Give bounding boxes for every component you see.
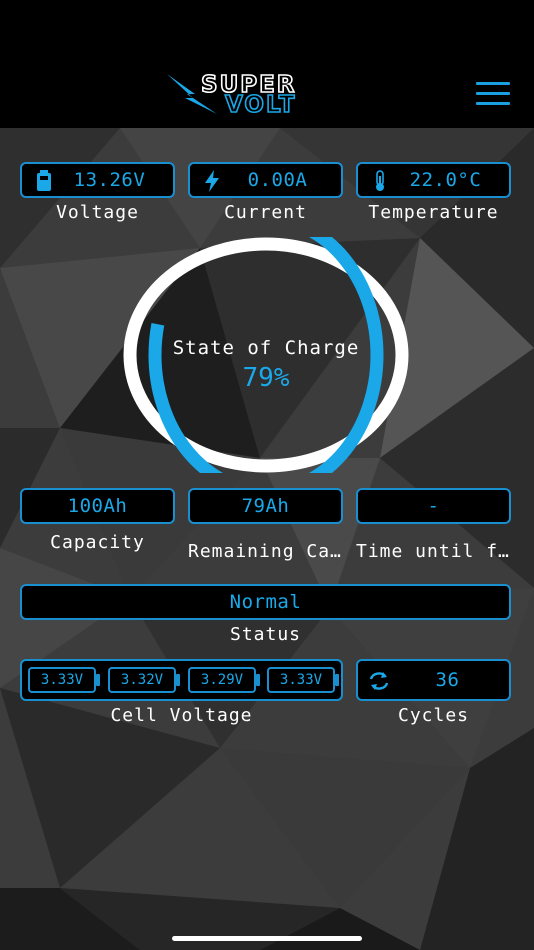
- cell-voltage-label: Cell Voltage: [110, 705, 253, 726]
- remaining-capacity-display: 79Ah: [188, 488, 343, 524]
- capacity-value: 100Ah: [67, 495, 128, 517]
- status-label: Status: [229, 624, 302, 645]
- cell-2-voltage: 3.32V: [108, 667, 176, 693]
- time-until-label: Time until f…: [356, 541, 510, 562]
- remaining-label: Remaining Ca…: [188, 541, 342, 562]
- soc-value: 79%: [242, 363, 290, 393]
- cell-4-terminal: [335, 674, 339, 686]
- state-of-charge-gauge: State of Charge 79%: [122, 212, 410, 498]
- refresh-cycle-icon: [369, 672, 389, 690]
- time-until-value: -: [427, 495, 440, 517]
- app-header: SUPER VOLT: [0, 0, 534, 128]
- capacity-label: Capacity: [50, 532, 145, 553]
- temperature-label: Temperature: [368, 202, 499, 223]
- cell-1-voltage: 3.33V: [28, 667, 96, 693]
- temperature-value: 22.0°C: [409, 169, 482, 191]
- status-display: Normal: [20, 584, 511, 620]
- battery-icon: [37, 170, 51, 191]
- thermometer-icon: [376, 170, 384, 191]
- cell-4-voltage: 3.33V: [267, 667, 335, 693]
- cell-2-terminal: [176, 674, 180, 686]
- voltage-display: 13.26V: [20, 162, 175, 198]
- current-display: 0.00A: [188, 162, 343, 198]
- current-label: Current: [224, 202, 307, 223]
- remaining-value: 79Ah: [241, 495, 290, 517]
- svg-text:VOLT: VOLT: [225, 92, 297, 118]
- supervolt-logo: SUPER VOLT: [165, 70, 360, 119]
- cell-1-terminal: [96, 674, 100, 686]
- cycles-display: 36: [356, 659, 511, 701]
- voltage-label: Voltage: [56, 202, 139, 223]
- cycles-label: Cycles: [397, 705, 470, 726]
- cell-3-voltage: 3.29V: [188, 667, 256, 693]
- capacity-display: 100Ah: [20, 488, 175, 524]
- cycles-value: 36: [435, 669, 460, 691]
- hamburger-menu-icon[interactable]: [476, 82, 510, 106]
- home-indicator[interactable]: [172, 936, 362, 941]
- voltage-value: 13.26V: [73, 169, 146, 191]
- temperature-display: 22.0°C: [356, 162, 511, 198]
- cell-3-terminal: [256, 674, 260, 686]
- time-until-display: -: [356, 488, 511, 524]
- status-value: Normal: [229, 591, 302, 613]
- current-value: 0.00A: [247, 169, 308, 191]
- soc-title: State of Charge: [172, 337, 360, 359]
- lightning-bolt-icon: [205, 170, 219, 192]
